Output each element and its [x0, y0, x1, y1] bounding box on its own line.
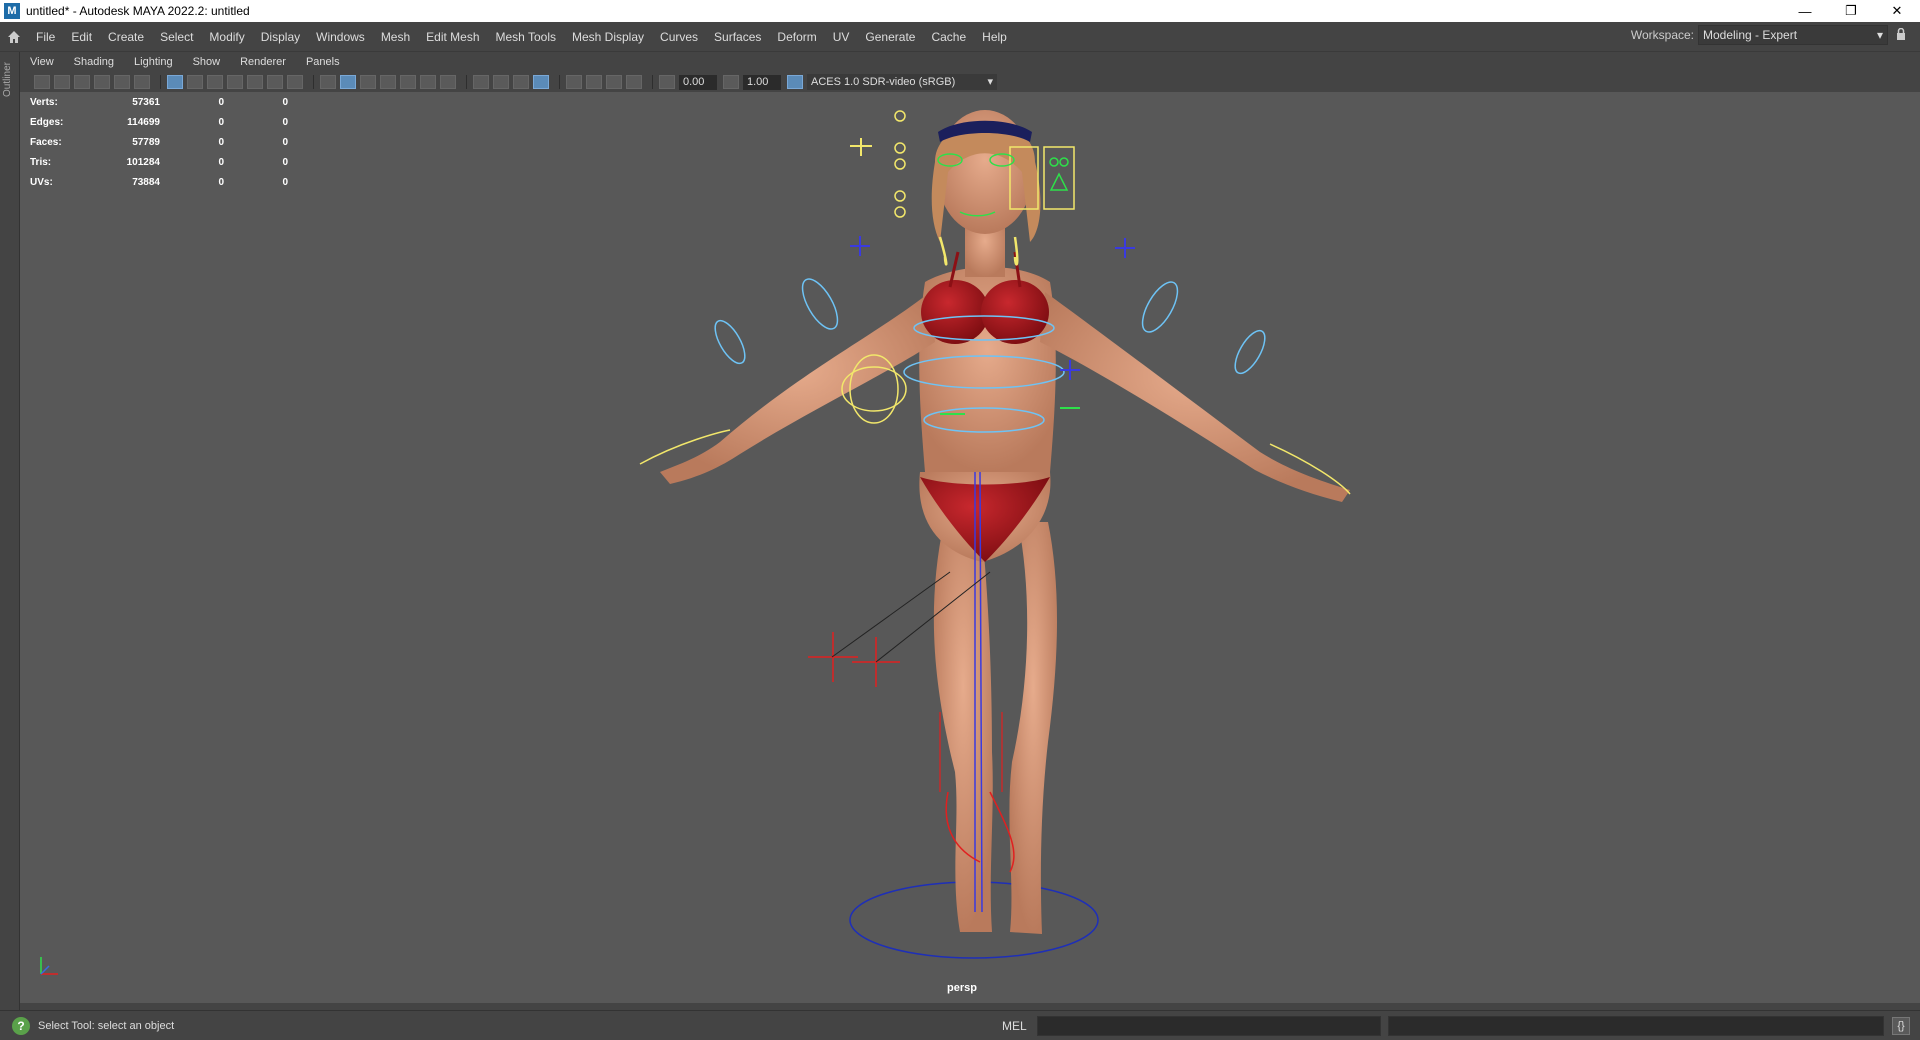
- character-body: [660, 110, 1350, 934]
- lock-icon[interactable]: [1896, 27, 1906, 43]
- bookmarks-icon[interactable]: [74, 75, 90, 89]
- grease-pencil-icon[interactable]: [134, 75, 150, 89]
- grid-icon[interactable]: [167, 75, 183, 89]
- minimize-button[interactable]: —: [1782, 0, 1828, 22]
- help-message: Select Tool: select an object: [38, 1019, 175, 1032]
- title-bar: M untitled* - Autodesk MAYA 2022.2: unti…: [0, 0, 1920, 22]
- screen-space-ao-icon[interactable]: [473, 75, 489, 89]
- menu-generate[interactable]: Generate: [857, 22, 923, 52]
- exposure-field[interactable]: 0.00: [679, 74, 717, 90]
- menu-cache[interactable]: Cache: [923, 22, 974, 52]
- color-management-icon[interactable]: [787, 75, 803, 89]
- field-chart-icon[interactable]: [247, 75, 263, 89]
- xray-joints-icon[interactable]: [586, 75, 602, 89]
- menu-surfaces[interactable]: Surfaces: [706, 22, 769, 52]
- workspace-label: Workspace:: [1630, 28, 1694, 42]
- xray-icon[interactable]: [400, 75, 416, 89]
- main-menu-bar: File Edit Create Select Modify Display W…: [0, 22, 1920, 52]
- menu-mesh-display[interactable]: Mesh Display: [564, 22, 652, 52]
- toolbar-separator: [652, 75, 653, 89]
- help-line: ? Select Tool: select an object MEL {}: [0, 1010, 1920, 1040]
- film-gate-icon[interactable]: [187, 75, 203, 89]
- panel-menu-view[interactable]: View: [20, 56, 64, 68]
- chevron-down-icon: ▾: [987, 76, 993, 88]
- gamma-field[interactable]: 1.00: [743, 74, 781, 90]
- panel-menu-shading[interactable]: Shading: [64, 56, 124, 68]
- menu-edit[interactable]: Edit: [63, 22, 100, 52]
- workspace-dropdown[interactable]: Modeling - Expert ▾: [1698, 25, 1888, 45]
- smooth-shade-icon[interactable]: [340, 75, 356, 89]
- toolbar-separator: [313, 75, 314, 89]
- two-d-pan-zoom-icon[interactable]: [114, 75, 130, 89]
- panel-menu-renderer[interactable]: Renderer: [230, 56, 296, 68]
- depth-of-field-icon[interactable]: [533, 75, 549, 89]
- axis-gizmo: [40, 957, 58, 975]
- motion-blur-icon[interactable]: [493, 75, 509, 89]
- wireframe-on-shaded-icon[interactable]: [360, 75, 376, 89]
- select-camera-icon[interactable]: [34, 75, 50, 89]
- shadows-icon[interactable]: [440, 75, 456, 89]
- menu-help[interactable]: Help: [974, 22, 1015, 52]
- window-controls: — ❐ ✕: [1782, 0, 1920, 22]
- camera-attributes-icon[interactable]: [54, 75, 70, 89]
- outliner-label: Outliner: [2, 62, 13, 98]
- menu-mesh-tools[interactable]: Mesh Tools: [488, 22, 564, 52]
- toolbar-separator: [160, 75, 161, 89]
- window-title: untitled* - Autodesk MAYA 2022.2: untitl…: [26, 4, 250, 18]
- workspace-value: Modeling - Expert: [1703, 28, 1798, 42]
- menu-modify[interactable]: Modify: [201, 22, 252, 52]
- home-icon[interactable]: [0, 23, 28, 51]
- isolate-select-icon[interactable]: [566, 75, 582, 89]
- panel-menu-bar: View Shading Lighting Show Renderer Pane…: [20, 52, 1920, 72]
- character-rig-scene: [639, 110, 1351, 959]
- use-all-lights-icon[interactable]: [420, 75, 436, 89]
- exposure-icon[interactable]: [659, 75, 675, 89]
- panel-toolbar: 0.00 1.00 ACES 1.0 SDR-video (sRGB) ▾: [20, 72, 1920, 92]
- menu-create[interactable]: Create: [100, 22, 152, 52]
- textured-icon[interactable]: [380, 75, 396, 89]
- restore-button[interactable]: ❐: [1828, 0, 1874, 22]
- menu-display[interactable]: Display: [253, 22, 308, 52]
- view-transform-dropdown[interactable]: ACES 1.0 SDR-video (sRGB) ▾: [807, 74, 997, 90]
- command-language-toggle[interactable]: MEL: [1002, 1019, 1027, 1033]
- anti-aliasing-icon[interactable]: [513, 75, 529, 89]
- frame-all-icon[interactable]: [626, 75, 642, 89]
- panel-menu-show[interactable]: Show: [183, 56, 231, 68]
- chevron-down-icon: ▾: [1876, 28, 1883, 42]
- maya-logo-icon: M: [4, 3, 20, 19]
- workspace-selector: Workspace: Modeling - Expert ▾: [1631, 25, 1906, 45]
- gamma-icon[interactable]: [723, 75, 739, 89]
- question-icon: ?: [12, 1016, 30, 1035]
- menu-file[interactable]: File: [28, 22, 63, 52]
- panel-menu-lighting[interactable]: Lighting: [124, 56, 183, 68]
- resolution-gate-icon[interactable]: [207, 75, 223, 89]
- wireframe-icon[interactable]: [320, 75, 336, 89]
- menu-windows[interactable]: Windows: [308, 22, 373, 52]
- view-transform-value: ACES 1.0 SDR-video (sRGB): [811, 76, 956, 88]
- xray-active-components-icon[interactable]: [606, 75, 622, 89]
- image-plane-icon[interactable]: [94, 75, 110, 89]
- outliner-tab[interactable]: Outliner: [0, 52, 20, 1010]
- menu-uv[interactable]: UV: [825, 22, 858, 52]
- panel-menu-panels[interactable]: Panels: [296, 56, 350, 68]
- gate-mask-icon[interactable]: [227, 75, 243, 89]
- toolbar-separator: [466, 75, 467, 89]
- safe-action-icon[interactable]: [267, 75, 283, 89]
- menu-mesh[interactable]: Mesh: [373, 22, 418, 52]
- menu-curves[interactable]: Curves: [652, 22, 706, 52]
- menu-select[interactable]: Select: [152, 22, 201, 52]
- menu-edit-mesh[interactable]: Edit Mesh: [418, 22, 487, 52]
- safe-title-icon[interactable]: [287, 75, 303, 89]
- camera-name-label: persp: [947, 982, 977, 994]
- toolbar-separator: [559, 75, 560, 89]
- viewport-persp[interactable]: Verts: 57361 0 0 Edges: 114699 0 0 Faces…: [20, 92, 1920, 1003]
- menu-deform[interactable]: Deform: [769, 22, 824, 52]
- script-editor-icon[interactable]: {}: [1892, 1017, 1910, 1035]
- mel-command-input[interactable]: [1037, 1016, 1381, 1036]
- close-button[interactable]: ✕: [1874, 0, 1920, 22]
- mel-result-field: [1388, 1016, 1884, 1036]
